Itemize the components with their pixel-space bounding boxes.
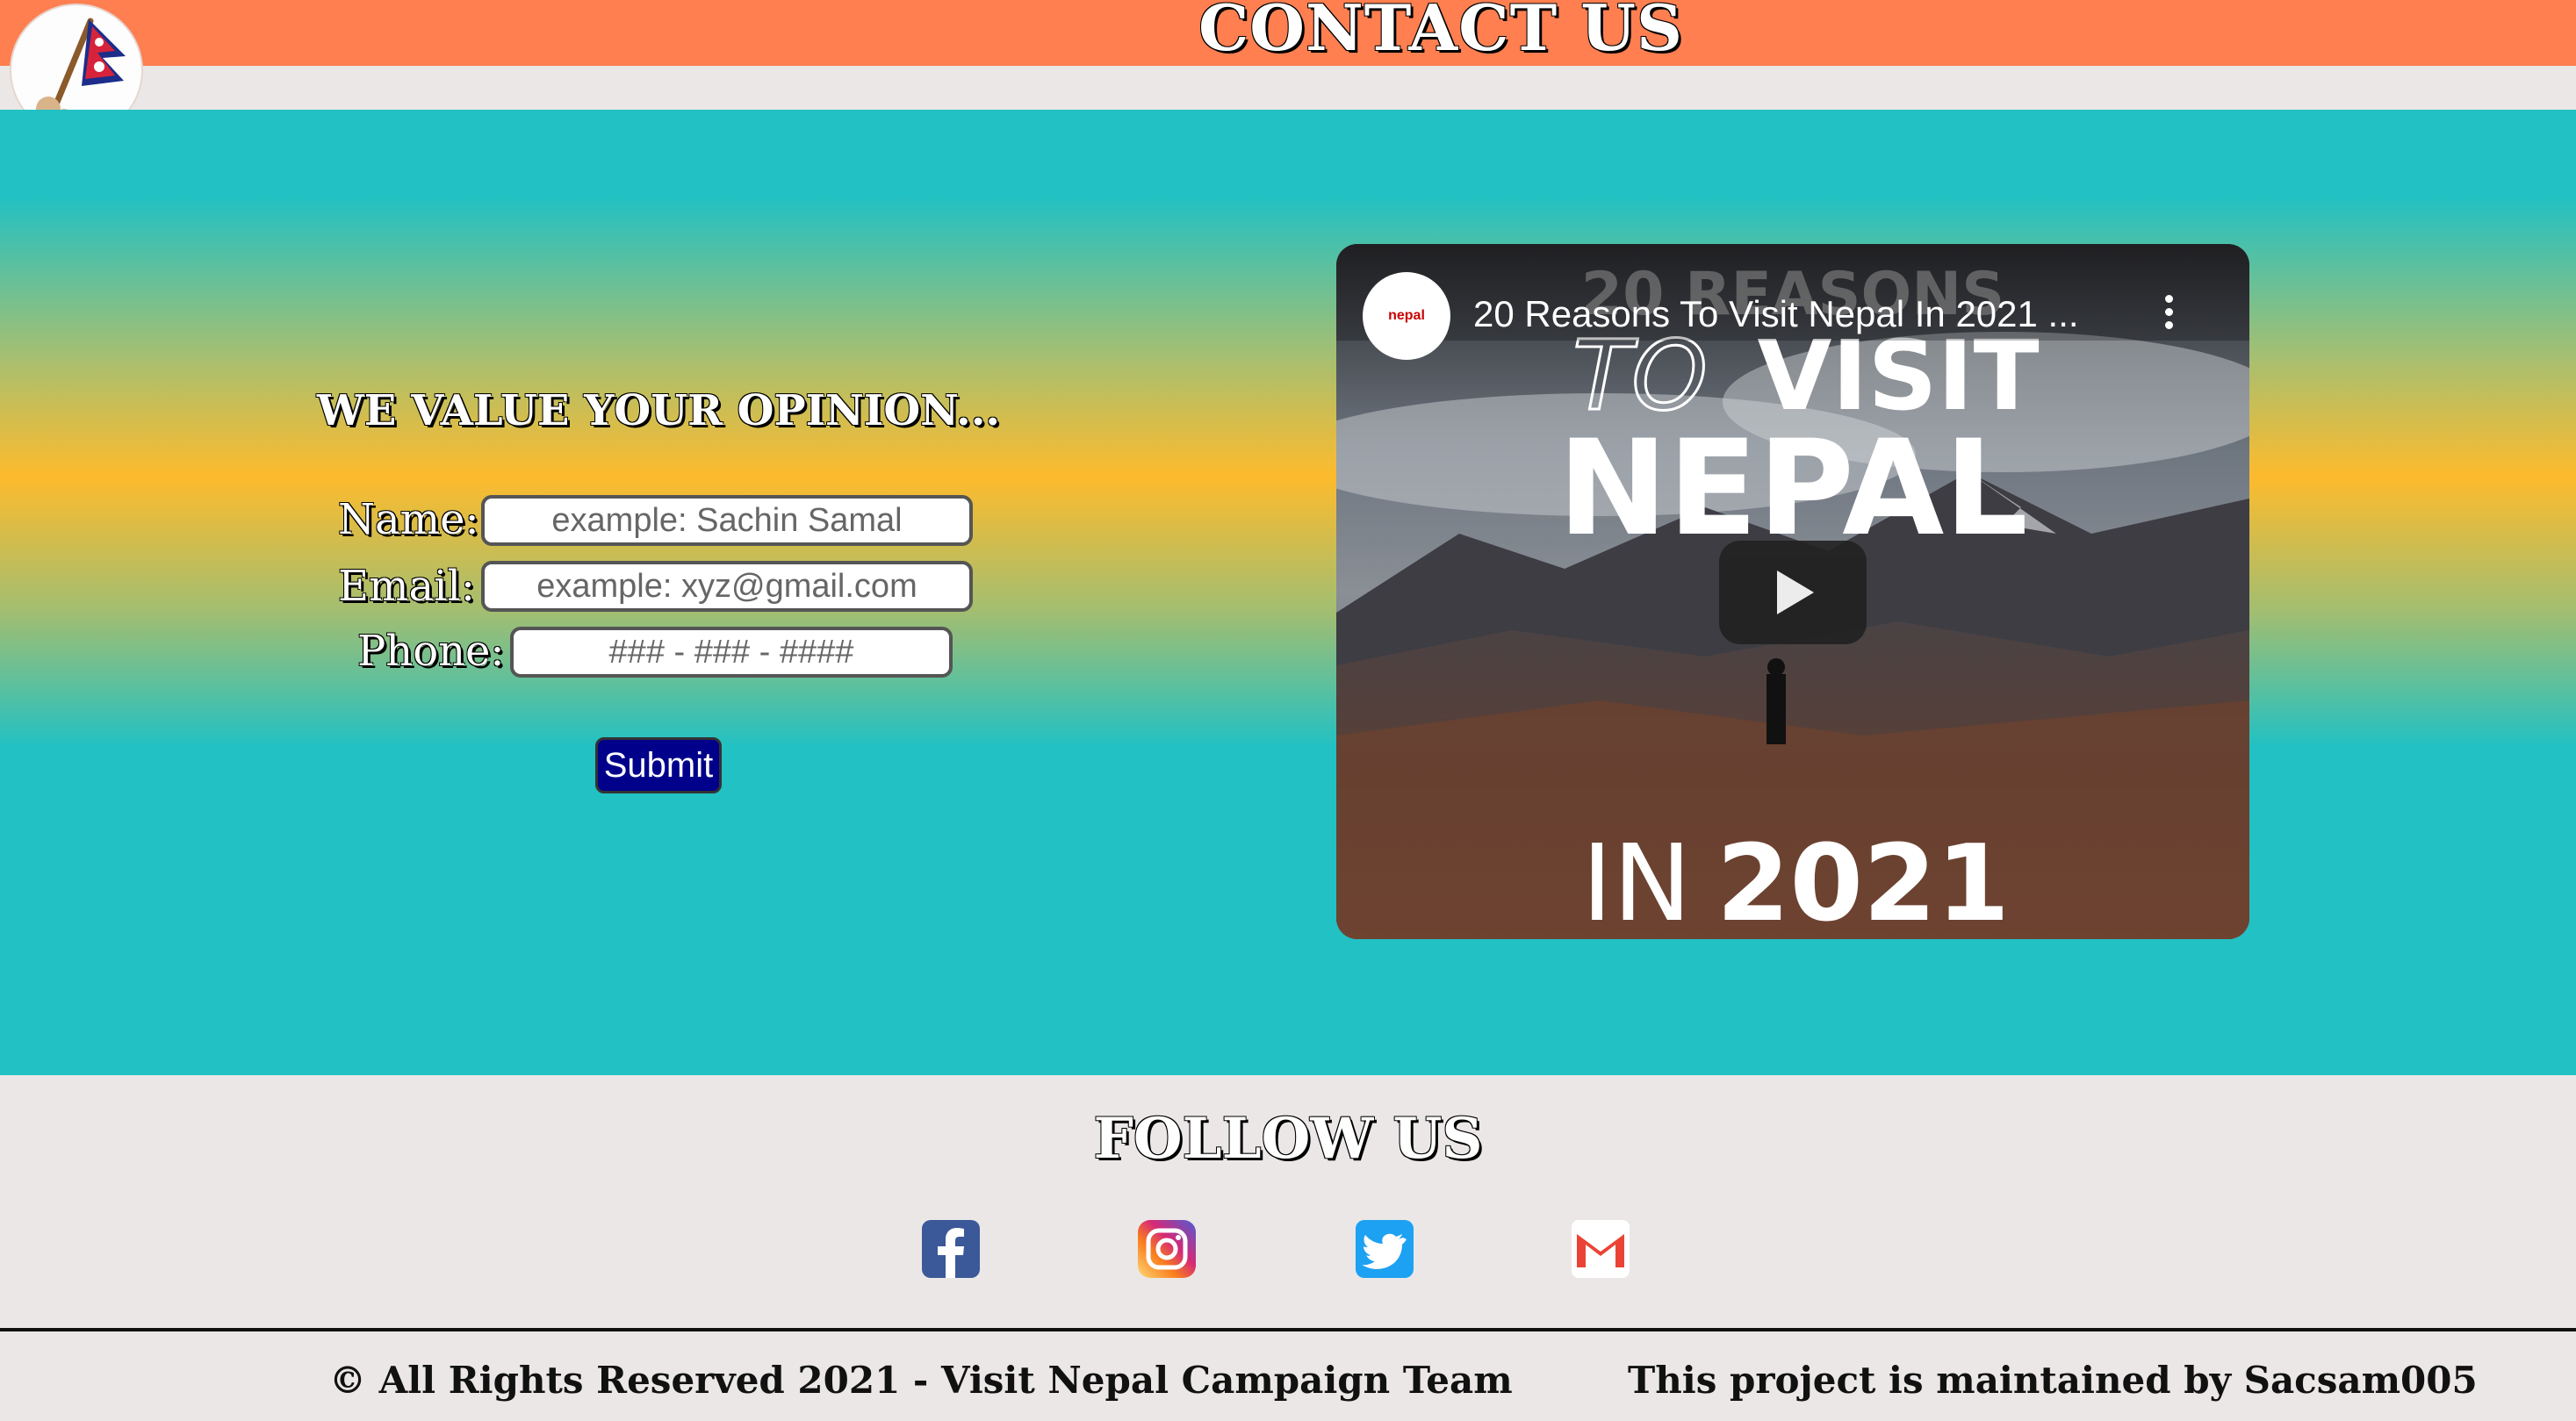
twitter-icon[interactable] xyxy=(1356,1220,1414,1278)
copyright-text: © All Rights Reserved 2021 - Visit Nepal… xyxy=(329,1359,1513,1402)
name-input[interactable] xyxy=(481,495,973,546)
email-input[interactable] xyxy=(481,561,973,612)
video-embed[interactable]: 20 REASONS TO VISIT NEPAL IN 2021 nepal … xyxy=(1336,244,2249,939)
thumb-line4b: 2021 xyxy=(1716,823,2010,939)
channel-avatar[interactable]: nepal xyxy=(1363,272,1450,360)
follow-title: FOLLOW US xyxy=(1093,1106,1483,1172)
email-label: Email: xyxy=(338,562,476,611)
submit-button[interactable]: Submit xyxy=(595,737,722,793)
instagram-icon[interactable] xyxy=(1138,1220,1196,1278)
facebook-icon[interactable] xyxy=(922,1220,980,1278)
footer-divider xyxy=(0,1328,2576,1331)
header-divider xyxy=(0,66,2576,110)
play-icon xyxy=(1777,571,1814,614)
play-button[interactable] xyxy=(1719,541,1867,644)
maintainer-text: This project is maintained by Sacsam005 xyxy=(1628,1359,2478,1402)
more-options-icon[interactable] xyxy=(2160,295,2177,339)
header-bar: CONTACT US xyxy=(0,0,2576,66)
name-label: Name: xyxy=(338,495,479,544)
phone-label: Phone: xyxy=(357,627,505,676)
phone-input[interactable] xyxy=(510,627,953,678)
gmail-icon[interactable] xyxy=(1572,1220,1630,1278)
hiker-figure xyxy=(1767,674,1786,744)
channel-logo-text: nepal xyxy=(1388,308,1425,323)
video-title[interactable]: 20 Reasons To Visit Nepal In 2021 ... xyxy=(1473,293,2079,335)
thumb-line4a: IN xyxy=(1581,823,1691,939)
page-title: CONTACT US xyxy=(1198,0,1684,65)
form-heading: WE VALUE YOUR OPINION... xyxy=(316,386,1001,435)
